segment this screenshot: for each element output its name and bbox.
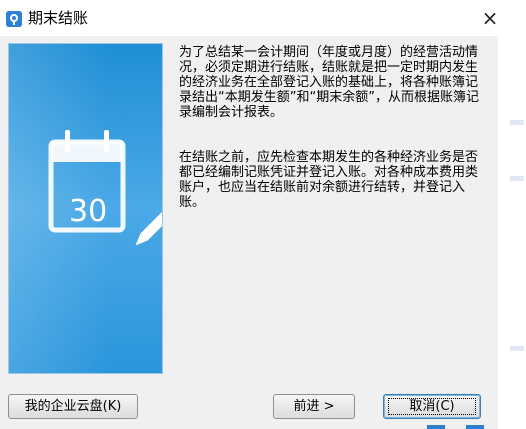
calendar-edit-icon: 30	[48, 130, 162, 246]
description-paragraph-1: 为了总结某一会计期间（年度或月度）的经营活动情况，必须定期进行结账，结账就是把一…	[179, 45, 479, 120]
background-window-edge	[498, 36, 526, 429]
background-taskbar-fragment	[427, 425, 445, 429]
background-taskbar-fragment	[466, 425, 484, 429]
period-end-closing-dialog: 期末结账 × 30 为了总结某一会计期间（年度或月度）的经营活动情况，必须定期进…	[0, 0, 526, 429]
background-marker	[510, 346, 524, 351]
cancel-button[interactable]: 取消(C)	[383, 394, 481, 419]
app-logo-icon	[6, 11, 22, 27]
background-marker	[510, 176, 524, 181]
wizard-banner: 30	[8, 43, 163, 374]
next-button[interactable]: 前进 >	[273, 394, 355, 419]
description-paragraph-2: 在结账之前，应先检查本期发生的各种经济业务是否都已经编制记账凭证并登记入账。对各…	[179, 150, 479, 210]
description-text: 为了总结某一会计期间（年度或月度）的经营活动情况，必须定期进行结账，结账就是把一…	[179, 45, 489, 210]
window-title: 期末结账	[28, 9, 89, 27]
calendar-day-text: 30	[69, 194, 107, 229]
enterprise-cloud-disk-button[interactable]: 我的企业云盘(K)	[8, 394, 138, 419]
background-marker	[510, 120, 524, 125]
focus-rectangle	[388, 398, 476, 415]
close-icon[interactable]: ×	[480, 8, 500, 28]
title-bar: 期末结账 ×	[0, 0, 526, 36]
